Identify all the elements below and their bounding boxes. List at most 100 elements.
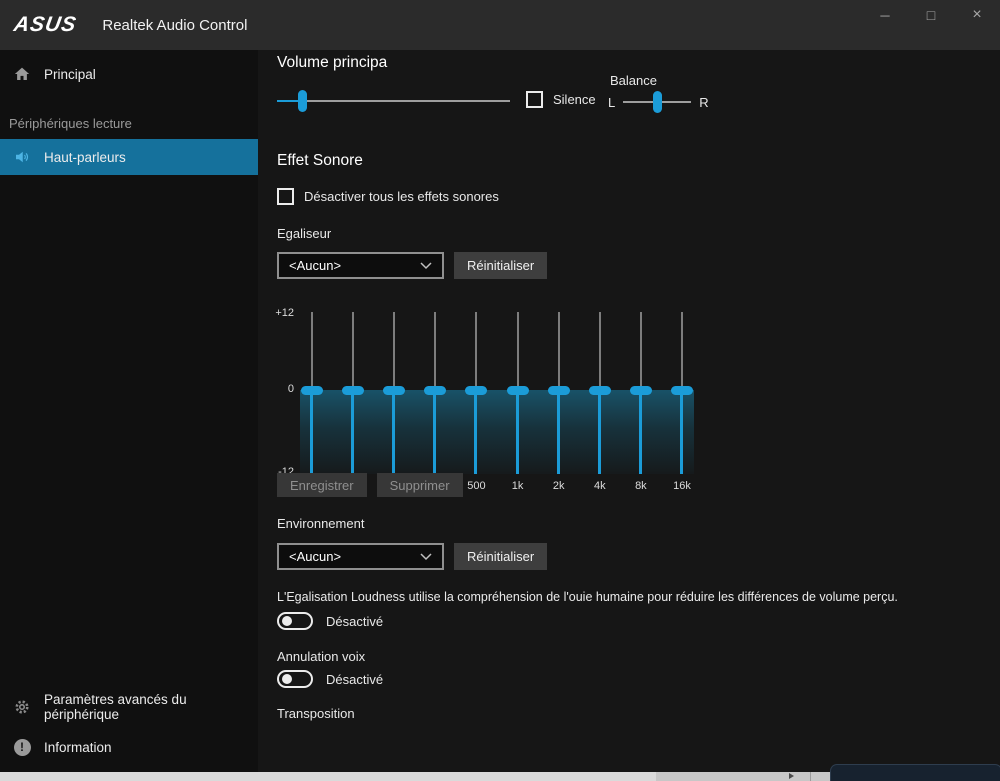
scrollbar-thumb[interactable]	[0, 772, 656, 781]
loudness-toggle[interactable]	[277, 612, 313, 630]
equalizer-label: Egaliseur	[277, 226, 331, 241]
eq-track-lower	[680, 395, 683, 475]
speaker-icon	[13, 148, 31, 166]
balance-slider[interactable]	[623, 91, 691, 113]
home-icon	[13, 65, 31, 83]
sidebar-item-label: Paramètres avancés du périphérique	[44, 692, 258, 722]
voice-cancellation-toggle[interactable]	[277, 670, 313, 688]
eq-frequency-label: 4k	[580, 480, 620, 492]
environment-reset-button[interactable]: Réinitialiser	[454, 543, 547, 570]
sidebar-item-advanced-device-settings[interactable]: Paramètres avancés du périphérique	[0, 692, 258, 722]
eq-band-handle[interactable]	[589, 386, 611, 395]
balance-right-label: R	[699, 95, 708, 110]
silence-checkbox[interactable]	[526, 91, 543, 108]
gear-icon	[13, 698, 31, 716]
eq-band-handle[interactable]	[424, 386, 446, 395]
eq-band-4k[interactable]: 4k	[588, 312, 612, 474]
eq-track-upper	[393, 312, 395, 386]
eq-frequency-label: 16k	[662, 480, 702, 492]
balance-slider-handle[interactable]	[653, 91, 662, 113]
scrollbar-right-arrow-icon[interactable]	[789, 773, 794, 779]
eq-frequency-label: 8k	[621, 480, 661, 492]
eq-band-handle[interactable]	[630, 386, 652, 395]
volume-slider-track	[277, 100, 510, 102]
eq-track-upper	[517, 312, 519, 386]
sidebar-item-label: Principal	[44, 67, 96, 82]
eq-band-16k[interactable]: 16k	[670, 312, 694, 474]
eq-band-handle[interactable]	[301, 386, 323, 395]
eq-band-handle[interactable]	[671, 386, 693, 395]
eq-band-8k[interactable]: 8k	[629, 312, 653, 474]
loudness-state-label: Désactivé	[326, 614, 383, 629]
eq-track-upper	[681, 312, 683, 386]
toggle-knob	[282, 674, 292, 684]
eq-band-handle[interactable]	[383, 386, 405, 395]
eq-band-handle[interactable]	[465, 386, 487, 395]
window-title: Realtek Audio Control	[102, 17, 247, 34]
scrollbar-divider	[810, 772, 811, 781]
asus-logo: ASUS	[12, 13, 79, 37]
eq-track-lower	[433, 395, 436, 475]
sidebar: Principal Périphériques lecture Haut-par…	[0, 50, 258, 772]
close-button[interactable]: ×	[954, 0, 1000, 30]
balance-left-label: L	[608, 95, 615, 110]
eq-track-lower	[310, 395, 313, 475]
info-icon: !	[13, 738, 31, 756]
eq-track-upper	[599, 312, 601, 386]
eq-track-lower	[392, 395, 395, 475]
maximize-button[interactable]: □	[908, 0, 954, 30]
balance-label: Balance	[610, 73, 657, 88]
eq-band-1k[interactable]: 1k	[506, 312, 530, 474]
eq-track-upper	[352, 312, 354, 386]
realtek-audio-control-window: ASUS Realtek Audio Control ─ □ × Princip…	[0, 0, 1000, 781]
eq-band-handle[interactable]	[507, 386, 529, 395]
sidebar-item-label: Haut-parleurs	[44, 150, 126, 165]
eq-band-125[interactable]: 125	[382, 312, 406, 474]
chevron-down-icon	[420, 258, 432, 273]
eq-track-upper	[558, 312, 560, 386]
eq-track-lower	[516, 395, 519, 475]
equalizer-controls: <Aucun> Réinitialiser	[277, 252, 547, 279]
disable-all-effects-checkbox[interactable]	[277, 188, 294, 205]
volume-section-title: Volume principa	[277, 54, 387, 72]
equalizer-plot: +12 0 -12 31621252505001k2k4k8k16k	[300, 312, 694, 474]
environment-preset-value: <Aucun>	[289, 549, 341, 564]
eq-band-2k[interactable]: 2k	[547, 312, 571, 474]
equalizer-save-button[interactable]: Enregistrer	[277, 473, 367, 497]
eq-band-62[interactable]: 62	[341, 312, 365, 474]
sidebar-item-information[interactable]: ! Information	[0, 732, 258, 762]
eq-scale-zero: 0	[264, 383, 294, 395]
eq-track-lower	[351, 395, 354, 475]
sidebar-item-principal[interactable]: Principal	[0, 58, 258, 90]
eq-band-250[interactable]: 250	[423, 312, 447, 474]
volume-slider-handle[interactable]	[298, 90, 307, 112]
equalizer-reset-button[interactable]: Réinitialiser	[454, 252, 547, 279]
sidebar-bottom: Paramètres avancés du périphérique ! Inf…	[0, 692, 258, 772]
transposition-label: Transposition	[277, 706, 355, 721]
eq-band-handle[interactable]	[342, 386, 364, 395]
eq-band-handle[interactable]	[548, 386, 570, 395]
disable-all-effects-control: Désactiver tous les effets sonores	[277, 188, 499, 205]
eq-band-500[interactable]: 500	[464, 312, 488, 474]
balance-control: L R	[608, 91, 709, 113]
equalizer-preset-value: <Aucun>	[289, 258, 341, 273]
eq-track-lower	[598, 395, 601, 475]
eq-frequency-label: 1k	[498, 480, 538, 492]
minimize-button[interactable]: ─	[862, 0, 908, 30]
background-window-corner	[830, 764, 1000, 781]
sidebar-item-speakers[interactable]: Haut-parleurs	[0, 139, 258, 175]
chevron-down-icon	[420, 549, 432, 564]
sound-effect-section-title: Effet Sonore	[277, 152, 363, 170]
volume-slider[interactable]	[277, 90, 510, 112]
sidebar-item-label: Information	[44, 740, 112, 755]
equalizer-preset-dropdown[interactable]: <Aucun>	[277, 252, 444, 279]
eq-bands: 3162 125 250 500 1k2k4k8k 16k	[300, 312, 694, 474]
eq-track-lower	[639, 395, 642, 475]
equalizer-delete-button[interactable]: Supprimer	[377, 473, 463, 497]
environment-preset-dropdown[interactable]: <Aucun>	[277, 543, 444, 570]
voice-cancellation-label: Annulation voix	[277, 649, 365, 664]
sidebar-section-playback-devices: Périphériques lecture	[9, 116, 258, 131]
eq-track-upper	[475, 312, 477, 386]
eq-scale-max: +12	[264, 307, 294, 319]
eq-band-31[interactable]: 31	[300, 312, 324, 474]
